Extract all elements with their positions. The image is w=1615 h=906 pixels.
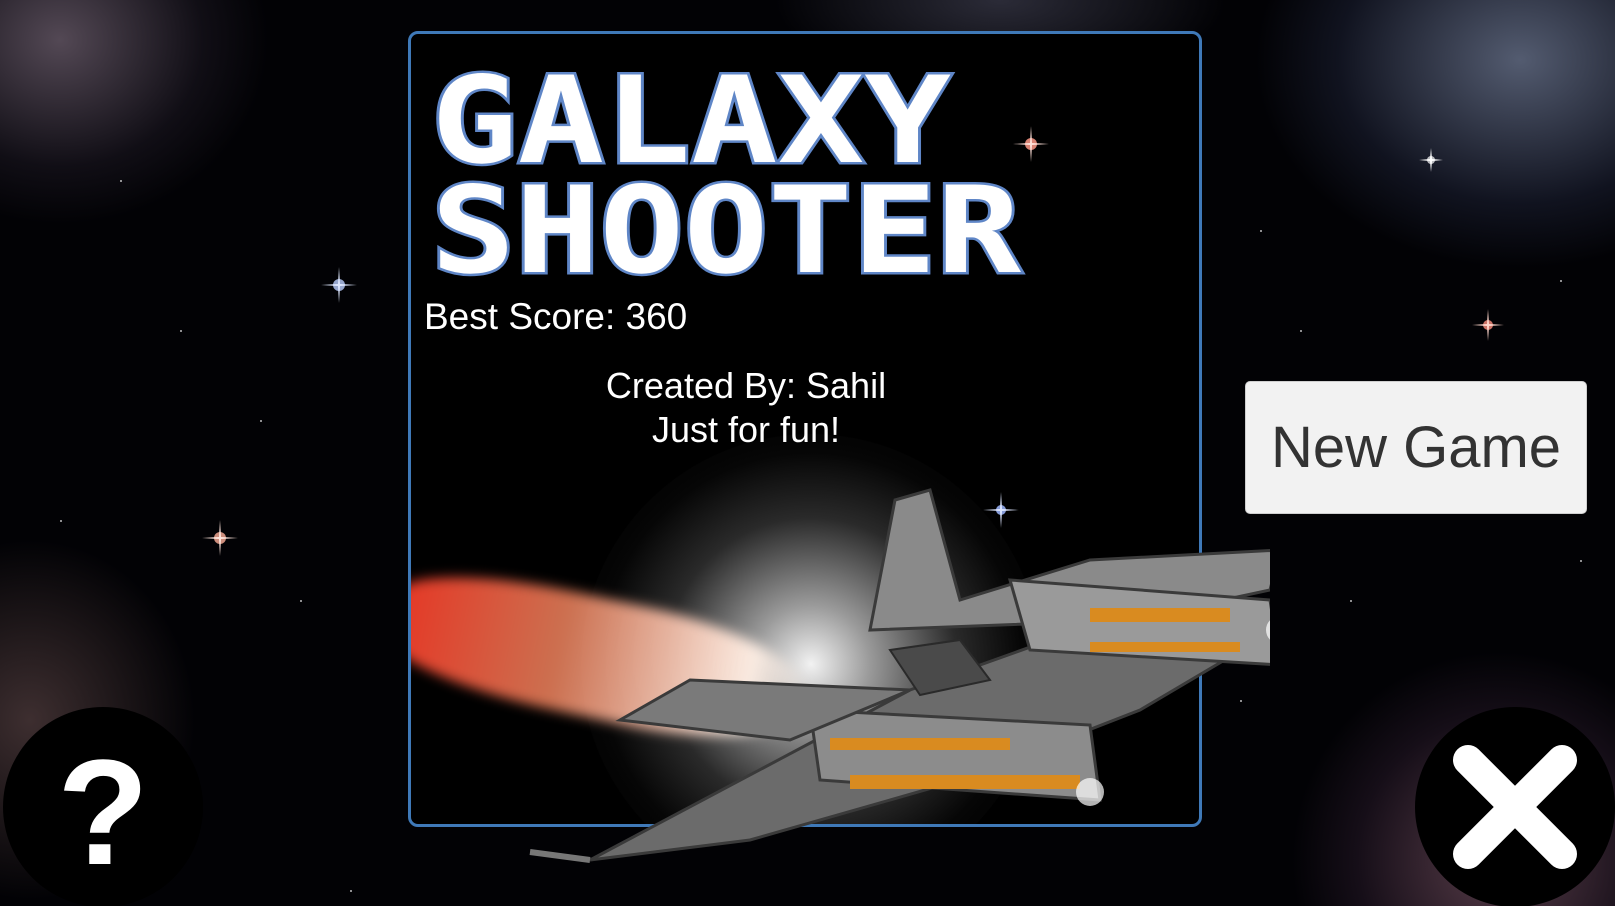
star [1350,600,1352,602]
credits-note: Just for fun! [651,409,841,450]
star [350,890,352,892]
star [300,600,302,602]
star [1260,230,1262,232]
game-title-logo: GALAXY SHOOTER [431,62,1024,302]
new-game-button[interactable]: New Game [1245,381,1587,514]
spaceship-image [529,488,1270,863]
help-button[interactable]: ? [3,707,203,906]
star [1580,560,1582,562]
star [60,520,62,522]
sparkle-star-icon [1419,148,1443,172]
star [1560,280,1562,282]
best-score-text: Best Score: 360 [424,296,688,337]
game-screen: GALAXY SHOOTER Best Score: 360 Created B… [0,0,1615,906]
close-icon [1453,745,1577,869]
title-line-shooter: SHOOTER [431,162,1022,301]
sparkle-star-icon [321,267,357,303]
help-icon: ? [57,728,149,896]
sparkle-star-icon [202,520,238,556]
credits-block: Created By: Sahil Just for fun! [586,364,906,452]
sparkle-star-icon [1013,126,1049,162]
credits-author: Created By: Sahil [605,365,887,406]
sparkle-star-icon [1472,309,1504,341]
star [1300,330,1302,332]
close-button[interactable] [1415,707,1615,906]
star [180,330,182,332]
star [120,180,122,182]
star [260,420,262,422]
